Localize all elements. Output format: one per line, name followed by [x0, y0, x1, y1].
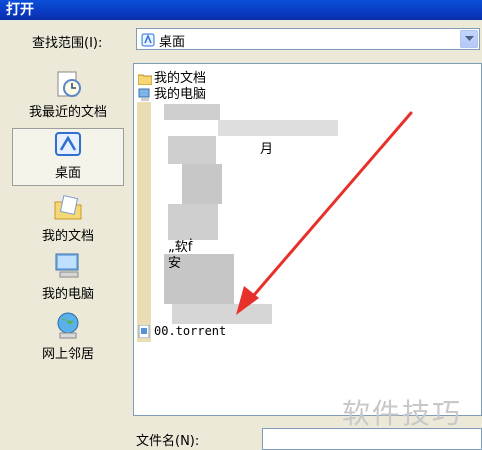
red-arrow-annotation: [236, 111, 413, 315]
filename-label: 文件名(N):: [136, 434, 200, 449]
filename-input[interactable]: [262, 428, 482, 450]
watermark-text: 软件技巧: [342, 397, 463, 430]
